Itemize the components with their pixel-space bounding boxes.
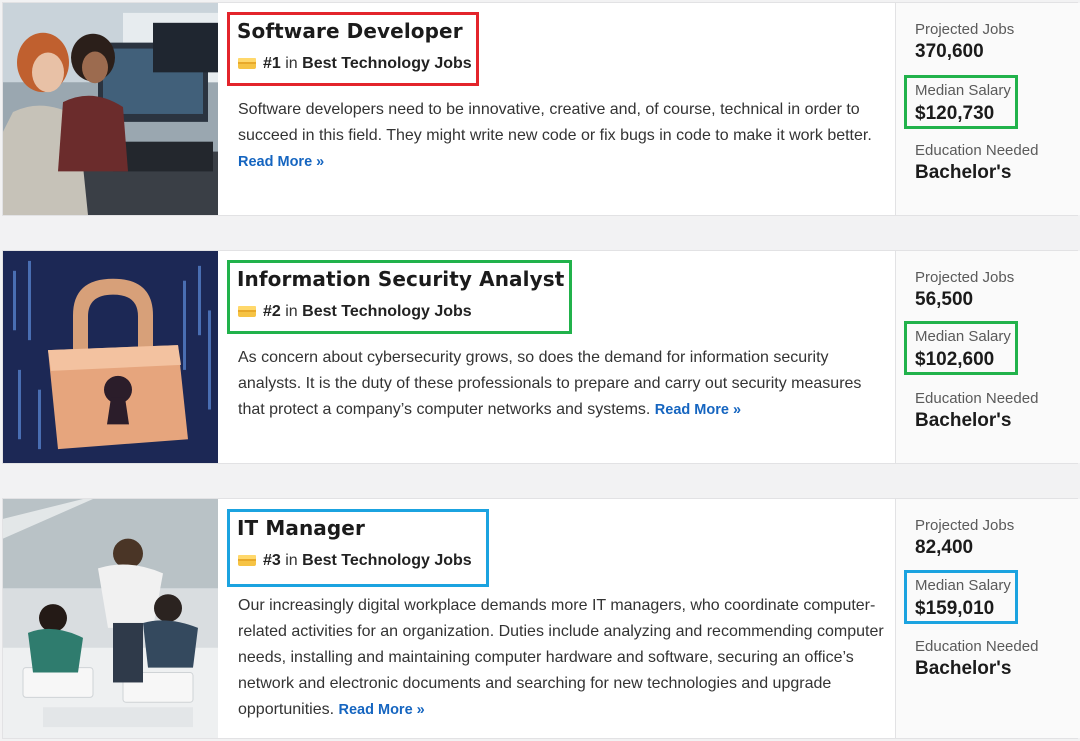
job-stats-panel: Projected Jobs 370,600 Median Salary $12… xyxy=(895,3,1080,215)
job-title[interactable]: IT Manager xyxy=(237,515,479,541)
developers-at-computer-photo xyxy=(3,3,218,215)
projected-jobs-label: Projected Jobs xyxy=(915,21,1015,38)
job-photo-padlock[interactable] xyxy=(3,251,218,463)
read-more-link[interactable]: Read More » xyxy=(339,702,425,718)
ribbon-badge-icon xyxy=(238,58,256,69)
job-card-it-manager[interactable]: IT Manager #3 in Best Technology Jobs Ou… xyxy=(2,498,1080,739)
median-salary-value: $102,600 xyxy=(915,349,995,370)
rank-category-link[interactable]: Best Technology Jobs xyxy=(302,55,472,72)
median-salary-label: Median Salary xyxy=(915,82,1011,99)
median-salary-label: Median Salary xyxy=(915,577,1011,594)
job-description: As concern about cybersecurity grows, so… xyxy=(238,345,888,423)
highlight-box-title: IT Manager #3 in Best Technology Jobs xyxy=(227,509,489,587)
education-needed-value: Bachelor's xyxy=(915,162,1012,183)
highlight-box-title: Information Security Analyst #2 in Best … xyxy=(227,260,572,334)
rank-in: in xyxy=(285,303,298,320)
median-salary-value: $159,010 xyxy=(915,598,995,619)
median-salary-label: Median Salary xyxy=(915,328,1011,345)
job-card-software-developer[interactable]: Software Developer #1 in Best Technology… xyxy=(2,2,1080,216)
education-needed-value: Bachelor's xyxy=(915,658,1012,679)
projected-jobs-label: Projected Jobs xyxy=(915,269,1015,286)
rank-line: #3 in Best Technology Jobs xyxy=(237,551,479,571)
highlight-box-salary: Median Salary $159,010 xyxy=(904,570,1018,624)
rank-number: #1 xyxy=(263,55,281,72)
median-salary-value: $120,730 xyxy=(915,103,995,124)
rank-in: in xyxy=(285,552,298,569)
read-more-link[interactable]: Read More » xyxy=(238,154,324,170)
job-title[interactable]: Software Developer xyxy=(237,18,469,44)
rank-number: #3 xyxy=(263,552,281,569)
education-needed-label: Education Needed xyxy=(915,390,1039,407)
ribbon-badge-icon xyxy=(238,306,256,317)
rank-line: #2 in Best Technology Jobs xyxy=(237,302,562,322)
education-needed-label: Education Needed xyxy=(915,142,1039,159)
job-photo-team[interactable] xyxy=(3,499,218,738)
highlight-box-title: Software Developer #1 in Best Technology… xyxy=(227,12,479,86)
job-title[interactable]: Information Security Analyst xyxy=(237,266,564,292)
highlight-box-salary: Median Salary $120,730 xyxy=(904,75,1018,129)
read-more-link[interactable]: Read More » xyxy=(655,402,741,418)
education-needed-label: Education Needed xyxy=(915,638,1039,655)
projected-jobs-value: 82,400 xyxy=(915,537,974,558)
job-photo-developers[interactable] xyxy=(3,3,218,215)
projected-jobs-value: 56,500 xyxy=(915,289,974,310)
rank-in: in xyxy=(285,55,298,72)
digital-padlock-photo xyxy=(3,251,218,463)
job-stats-panel: Projected Jobs 82,400 Median Salary $159… xyxy=(895,499,1080,738)
team-at-desk-overhead-photo xyxy=(3,499,218,738)
job-description: Our increasingly digital workplace deman… xyxy=(238,593,888,723)
education-needed-value: Bachelor's xyxy=(915,410,1012,431)
projected-jobs-label: Projected Jobs xyxy=(915,517,1015,534)
job-description-text: Our increasingly digital workplace deman… xyxy=(238,597,884,718)
highlight-box-salary: Median Salary $102,600 xyxy=(904,321,1018,375)
job-stats-panel: Projected Jobs 56,500 Median Salary $102… xyxy=(895,251,1080,463)
rank-line: #1 in Best Technology Jobs xyxy=(237,54,472,74)
job-description: Software developers need to be innovativ… xyxy=(238,97,888,175)
rank-category-link[interactable]: Best Technology Jobs xyxy=(302,303,472,320)
job-card-information-security-analyst[interactable]: Information Security Analyst #2 in Best … xyxy=(2,250,1080,464)
job-description-text: Software developers need to be innovativ… xyxy=(238,101,872,144)
ribbon-badge-icon xyxy=(238,555,256,566)
projected-jobs-value: 370,600 xyxy=(915,41,984,62)
rank-number: #2 xyxy=(263,303,281,320)
rank-category-link[interactable]: Best Technology Jobs xyxy=(302,552,472,569)
job-description-text: As concern about cybersecurity grows, so… xyxy=(238,349,862,418)
